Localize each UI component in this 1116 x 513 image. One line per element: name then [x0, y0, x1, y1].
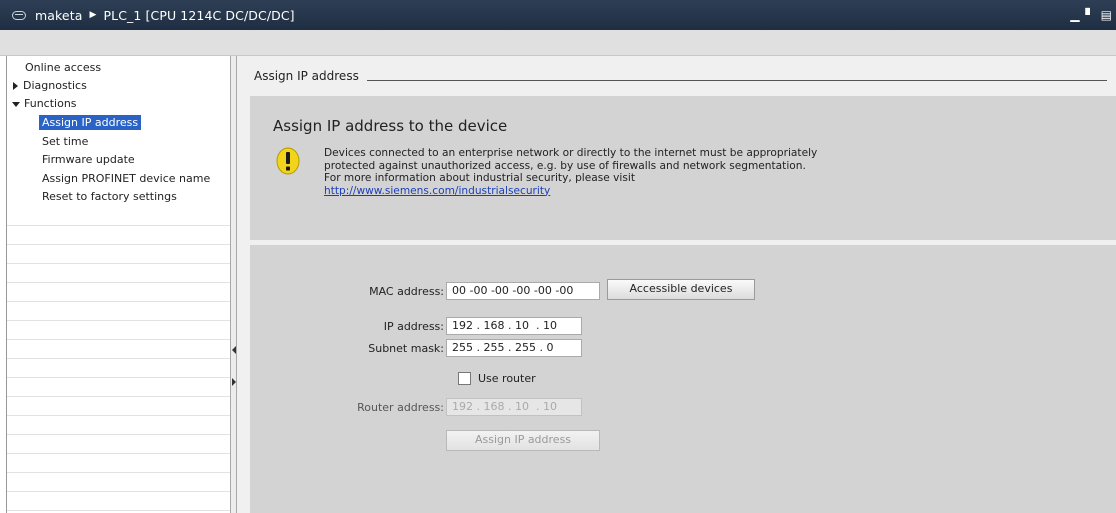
- main-panel: Assign IP address Assign IP address to t…: [237, 56, 1116, 513]
- window-controls: ▁ ▘ ▤: [1070, 0, 1116, 30]
- minimize-icon[interactable]: ▁: [1070, 8, 1079, 22]
- expand-right-icon[interactable]: [232, 378, 236, 386]
- ip-address-field[interactable]: 192 . 168 . 10 . 10: [446, 317, 582, 335]
- nav-item-label: Assign IP address: [42, 116, 139, 129]
- breadcrumb-separator-icon: ▶: [89, 10, 97, 20]
- nav-item-label: Online access: [25, 61, 102, 74]
- warning-line: protected against unauthorized access, e…: [324, 159, 806, 172]
- mac-address-field[interactable]: 00 -00 -00 -00 -00 -00: [446, 282, 600, 300]
- subnet-mask-label: Subnet mask:: [368, 342, 444, 355]
- nav-item-label: Firmware update: [42, 153, 135, 166]
- security-warning-panel: Assign IP address to the device Devices …: [250, 96, 1116, 240]
- router-address-field[interactable]: 192 . 168 . 10 . 10: [446, 398, 582, 416]
- panel-splitter[interactable]: [230, 56, 237, 513]
- collapse-arrow-icon[interactable]: [12, 101, 20, 107]
- expand-arrow-icon[interactable]: [13, 82, 18, 90]
- breadcrumb: maketa ▶ PLC_1 [CPU 1214C DC/DC/DC]: [35, 8, 295, 23]
- warning-line: Devices connected to an enterprise netwo…: [324, 147, 818, 159]
- subnet-mask-field[interactable]: 255 . 255 . 255 . 0: [446, 339, 582, 357]
- nav-item-label: Assign PROFINET device name: [42, 172, 211, 185]
- nav-item-set-time[interactable]: Set time: [42, 134, 88, 149]
- router-address-label: Router address:: [357, 401, 444, 414]
- assign-ip-address-button[interactable]: Assign IP address: [446, 430, 600, 451]
- nav-grid-lines: [7, 207, 231, 513]
- nav-item-diagnostics[interactable]: Diagnostics: [13, 78, 87, 93]
- use-router-checkbox[interactable]: [458, 372, 471, 385]
- nav-item-label: Reset to factory settings: [42, 190, 177, 203]
- restore-icon[interactable]: ▘: [1085, 8, 1094, 22]
- ip-assignment-form: MAC address: 00 -00 -00 -00 -00 -00 Acce…: [250, 245, 1116, 513]
- ip-address-label: IP address:: [383, 320, 444, 333]
- nav-item-label: Set time: [42, 135, 89, 148]
- section-divider: [367, 80, 1107, 81]
- section-title: Assign IP address: [254, 69, 365, 83]
- warning-line: For more information about industrial se…: [324, 172, 635, 184]
- nav-item-label: Functions: [24, 97, 77, 110]
- title-bar: maketa ▶ PLC_1 [CPU 1214C DC/DC/DC] ▁ ▘ …: [0, 0, 1116, 30]
- nav-item-label: Diagnostics: [23, 79, 87, 92]
- nav-item-functions[interactable]: Functions: [12, 96, 77, 111]
- nav-item-assign-ip-address[interactable]: Assign IP address: [39, 115, 142, 130]
- function-navigation: Online access Diagnostics Functions Assi…: [6, 56, 231, 513]
- warning-text: Devices connected to an enterprise netwo…: [324, 147, 884, 197]
- panel-heading: Assign IP address to the device: [273, 117, 508, 135]
- nav-item-reset-factory[interactable]: Reset to factory settings: [42, 189, 177, 204]
- nav-item-assign-profinet-name[interactable]: Assign PROFINET device name: [42, 171, 210, 186]
- mac-address-label: MAC address:: [369, 285, 444, 298]
- nav-item-firmware-update[interactable]: Firmware update: [42, 152, 135, 167]
- accessible-devices-button[interactable]: Accessible devices: [607, 279, 755, 300]
- industrial-security-link[interactable]: http://www.siemens.com/industrialsecurit…: [324, 185, 884, 198]
- exclamation-warning-icon: [276, 147, 300, 175]
- breadcrumb-project[interactable]: maketa: [35, 8, 82, 23]
- toolbar-strip: [0, 30, 1116, 56]
- collapse-left-icon[interactable]: [232, 346, 236, 354]
- split-icon[interactable]: ▤: [1101, 8, 1112, 22]
- nav-item-online-access[interactable]: Online access: [25, 60, 101, 75]
- breadcrumb-device[interactable]: PLC_1 [CPU 1214C DC/DC/DC]: [104, 8, 295, 23]
- project-icon: [12, 10, 26, 20]
- use-router-label[interactable]: Use router: [478, 372, 536, 385]
